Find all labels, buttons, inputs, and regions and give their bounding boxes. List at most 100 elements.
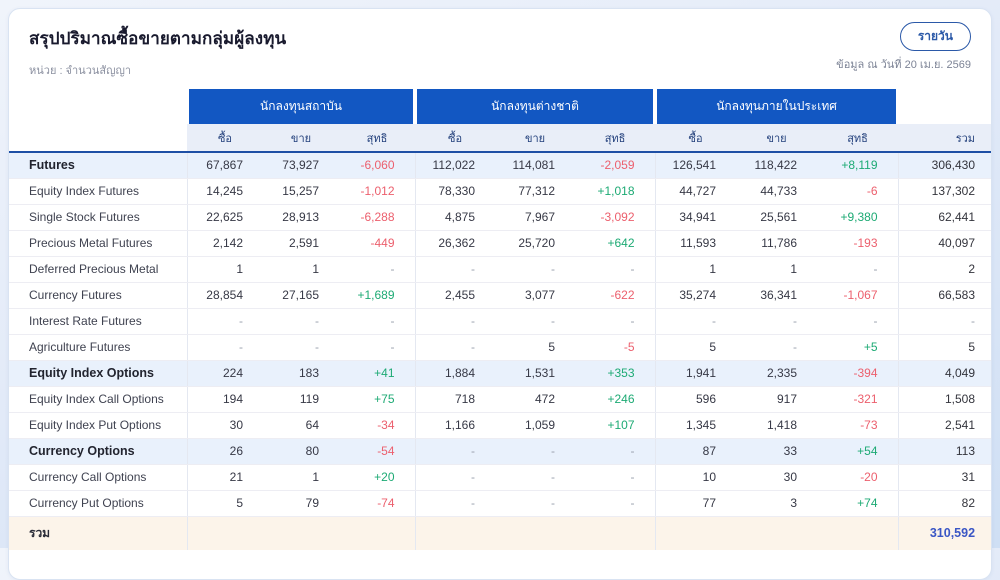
value-cell: +8,119 [817, 152, 899, 179]
value-cell: 30 [187, 412, 263, 439]
subheader-sell: ขาย [495, 124, 576, 153]
value-cell: 26,362 [415, 230, 496, 257]
value-cell: - [187, 308, 263, 335]
value-cell: 78,330 [415, 178, 496, 205]
row-total-cell: 310,592 [898, 516, 991, 550]
summary-card: สรุปปริมาณซื้อขายตามกลุ่มผู้ลงทุน หน่วย … [8, 8, 992, 580]
value-cell: - [263, 308, 339, 335]
value-cell: - [575, 464, 656, 491]
subheader-total: รวม [898, 124, 991, 153]
value-cell: -34 [339, 412, 416, 439]
subheader-buy: ซื้อ [187, 124, 263, 153]
value-cell: 10 [655, 464, 737, 491]
value-cell: +1,689 [339, 282, 416, 309]
value-cell: 7,967 [495, 204, 576, 231]
subheader-net: สุทธิ [817, 124, 899, 153]
row-total-cell: 82 [898, 490, 991, 517]
value-cell: 1,166 [415, 412, 496, 439]
value-cell: 3 [736, 490, 818, 517]
value-cell: -6 [817, 178, 899, 205]
value-cell: -193 [817, 230, 899, 257]
page-title: สรุปปริมาณซื้อขายตามกลุ่มผู้ลงทุน [29, 29, 287, 48]
value-cell: - [575, 308, 656, 335]
value-cell: 77 [655, 490, 737, 517]
value-cell: - [415, 334, 496, 361]
value-cell: 80 [263, 438, 339, 465]
value-cell: - [575, 438, 656, 465]
row-total-cell: 66,583 [898, 282, 991, 309]
value-cell: 3,077 [495, 282, 576, 309]
value-cell: 1,345 [655, 412, 737, 439]
value-cell: 2,455 [415, 282, 496, 309]
value-cell: 25,720 [495, 230, 576, 257]
value-cell: 26 [187, 438, 263, 465]
value-cell [415, 516, 496, 550]
value-cell: 35,274 [655, 282, 737, 309]
value-cell: - [187, 334, 263, 361]
value-cell: - [415, 490, 496, 517]
value-cell: +75 [339, 386, 416, 413]
row-label: Currency Call Options [9, 464, 188, 491]
value-cell: 4,875 [415, 204, 496, 231]
group-header-domestic-label: นักลงทุนภายในประเทศ [657, 89, 897, 124]
value-cell: -1,012 [339, 178, 416, 205]
row-label: Agriculture Futures [9, 334, 188, 361]
row-total-cell: 2 [898, 256, 991, 283]
group-header-total-spacer [898, 89, 991, 124]
group-header-foreign-label: นักลงทุนต่างชาติ [417, 89, 654, 124]
value-cell: 917 [736, 386, 818, 413]
table-row: Single Stock Futures 22,625 28,913 -6,288 4,… [9, 204, 991, 231]
value-cell: 34,941 [655, 204, 737, 231]
value-cell: - [339, 256, 416, 283]
value-cell: -622 [575, 282, 656, 309]
value-cell: - [339, 308, 416, 335]
row-total-cell: - [898, 308, 991, 335]
value-cell [187, 516, 263, 550]
value-cell: 14,245 [187, 178, 263, 205]
value-cell [339, 516, 416, 550]
period-daily-button[interactable]: รายวัน [899, 22, 971, 51]
table-row: Equity Index Options 224 183 +41 1,884 1,531 +… [9, 360, 991, 387]
value-cell: 718 [415, 386, 496, 413]
subheader-sell: ขาย [736, 124, 818, 153]
row-total-cell: 4,049 [898, 360, 991, 387]
value-cell: 21 [187, 464, 263, 491]
value-cell: - [495, 438, 576, 465]
value-cell: 1 [263, 256, 339, 283]
value-cell: 64 [263, 412, 339, 439]
value-cell: 25,561 [736, 204, 818, 231]
table-row: Futures 67,867 73,927 -6,060 112,022 114,081-… [9, 152, 991, 179]
row-total-cell: 113 [898, 438, 991, 465]
value-cell: +107 [575, 412, 656, 439]
value-cell: +20 [339, 464, 416, 491]
value-cell: 114,081 [495, 152, 576, 179]
value-cell: -449 [339, 230, 416, 257]
subheader-sell: ขาย [263, 124, 339, 153]
value-cell: 1,418 [736, 412, 818, 439]
value-cell: - [415, 464, 496, 491]
value-cell: - [575, 256, 656, 283]
value-cell: 112,022 [415, 152, 496, 179]
subheader-net: สุทธิ [339, 124, 416, 153]
value-cell: 596 [655, 386, 737, 413]
value-cell: 472 [495, 386, 576, 413]
unit-label: หน่วย : จำนวนสัญญา [29, 65, 132, 77]
group-header-row: นักลงทุนสถาบัน นักลงทุนต่างชาติ นักลงทุน… [9, 89, 991, 124]
value-cell: - [495, 490, 576, 517]
row-label: Currency Put Options [9, 490, 188, 517]
value-cell: 11,786 [736, 230, 818, 257]
value-cell: +54 [817, 438, 899, 465]
value-cell: 15,257 [263, 178, 339, 205]
value-cell: 79 [263, 490, 339, 517]
value-cell: 224 [187, 360, 263, 387]
row-total-cell: 306,430 [898, 152, 991, 179]
subheader-net: สุทธิ [575, 124, 656, 153]
value-cell: -3,092 [575, 204, 656, 231]
value-cell: 1 [187, 256, 263, 283]
table-row: Currency Futures 28,854 27,165 +1,689 2,455 3… [9, 282, 991, 309]
value-cell: -20 [817, 464, 899, 491]
value-cell: 126,541 [655, 152, 737, 179]
value-cell: -6,288 [339, 204, 416, 231]
value-cell: 1,059 [495, 412, 576, 439]
value-cell: 28,854 [187, 282, 263, 309]
